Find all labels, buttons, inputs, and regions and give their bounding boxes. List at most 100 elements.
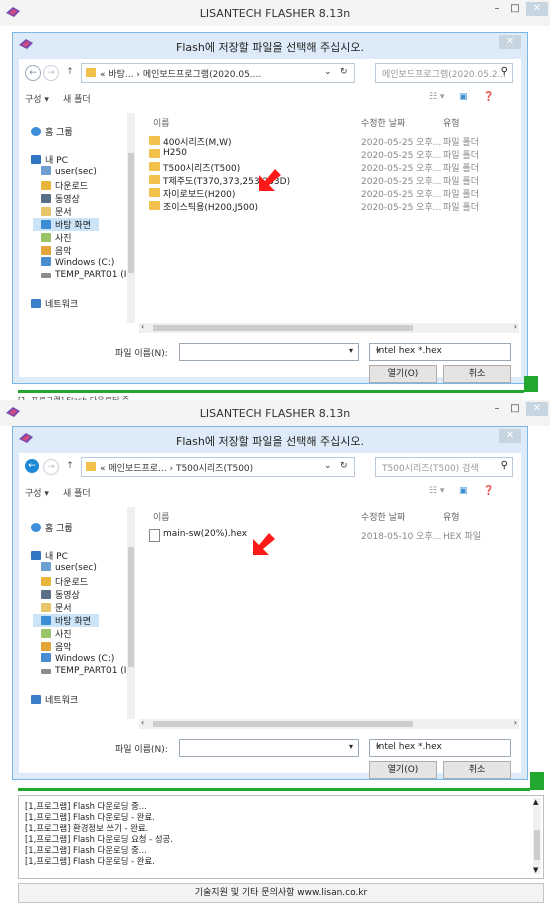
cancel-button[interactable]: 취소: [443, 761, 511, 779]
search-icon[interactable]: ⚲: [501, 460, 508, 471]
column-header-type[interactable]: 유형: [443, 116, 460, 129]
preview-pane-icon[interactable]: ▣: [459, 486, 468, 496]
filename-input[interactable]: ▾: [179, 343, 359, 361]
sidebar-item-downloads[interactable]: 다운로드: [41, 179, 88, 192]
sidebar-item-videos[interactable]: 동영상: [41, 192, 80, 205]
forward-icon[interactable]: →: [43, 65, 59, 81]
file-row[interactable]: H250 2020-05-25 오후... 파일 폴더: [145, 148, 521, 161]
sidebar-item-user[interactable]: user(sec): [41, 562, 97, 575]
scrollbar-thumb[interactable]: [128, 547, 134, 667]
support-footer[interactable]: 기술지원 및 기타 문의사항 www.lisan.co.kr: [18, 883, 544, 903]
sidebar-item-music[interactable]: 음악: [41, 640, 72, 653]
column-header-name[interactable]: 이름: [153, 510, 170, 523]
sidebar-item-network[interactable]: 네트워크: [31, 297, 78, 310]
minimize-button[interactable]: –: [488, 2, 506, 16]
close-button[interactable]: ✕: [526, 2, 548, 16]
back-icon[interactable]: ←: [25, 65, 41, 81]
maximize-button[interactable]: □: [506, 2, 524, 16]
sidebar-item-documents[interactable]: 문서: [41, 601, 72, 614]
sidebar-item-drive-c[interactable]: Windows (C:): [41, 653, 114, 666]
sidebar-item-pc[interactable]: 내 PC: [31, 153, 68, 166]
log-scrollbar[interactable]: ▲ ▼: [533, 798, 541, 874]
new-folder-button[interactable]: 새 폴더: [63, 486, 91, 499]
scrollbar-thumb[interactable]: [534, 830, 540, 860]
view-options-icon[interactable]: ☷ ▾: [429, 486, 444, 496]
dialog-close-button[interactable]: ✕: [499, 35, 521, 49]
minimize-button[interactable]: –: [488, 402, 506, 416]
dialog-close-button[interactable]: ✕: [499, 429, 521, 443]
close-button[interactable]: ✕: [526, 402, 548, 416]
sidebar-item-homegroup[interactable]: 홈 그룹: [31, 521, 73, 534]
file-type-select[interactable]: Intel hex *.hex ▾: [369, 343, 511, 361]
help-icon[interactable]: ❓: [483, 486, 494, 496]
cancel-button[interactable]: 취소: [443, 365, 511, 383]
organize-button[interactable]: 구성 ▾: [25, 92, 49, 105]
sidebar-item-documents[interactable]: 문서: [41, 205, 72, 218]
search-box[interactable]: 메인보드프로그램(2020.05.2... ⚲: [375, 63, 513, 83]
column-header-type[interactable]: 유형: [443, 510, 460, 523]
scroll-down-icon[interactable]: ▼: [533, 866, 538, 874]
chevron-down-icon[interactable]: ⌄: [324, 67, 332, 77]
scroll-left-icon[interactable]: ‹: [141, 322, 144, 331]
sidebar-item-music[interactable]: 음악: [41, 244, 72, 257]
sidebar-item-downloads[interactable]: 다운로드: [41, 575, 88, 588]
search-icon[interactable]: ⚲: [501, 66, 508, 77]
maximize-button[interactable]: □: [506, 402, 524, 416]
file-row[interactable]: 자이로보드(H200) 2020-05-25 오후... 파일 폴더: [145, 187, 521, 200]
up-icon[interactable]: ↑: [63, 65, 77, 79]
new-folder-button[interactable]: 새 폴더: [63, 92, 91, 105]
open-button[interactable]: 열기(O): [369, 365, 437, 383]
sidebar-item-temp-drive[interactable]: TEMP_PART01 (I: [41, 666, 126, 679]
log-output[interactable]: [1,프로그램] Flash 다운로딩 중... [1,프로그램] Flash …: [18, 795, 544, 879]
file-row[interactable]: T500시리즈(T500) 2020-05-25 오후... 파일 폴더: [145, 161, 521, 174]
view-options-icon[interactable]: ☷ ▾: [429, 92, 444, 102]
sidebar-item-videos[interactable]: 동영상: [41, 588, 80, 601]
scroll-right-icon[interactable]: ›: [514, 322, 517, 331]
sidebar-item-desktop[interactable]: 바탕 화면: [33, 614, 99, 627]
back-icon[interactable]: ←: [25, 459, 39, 473]
help-icon[interactable]: ❓: [483, 92, 494, 102]
sidebar-scrollbar[interactable]: [127, 113, 135, 323]
refresh-icon[interactable]: ↻: [340, 461, 348, 471]
sidebar-item-homegroup[interactable]: 홈 그룹: [31, 125, 73, 138]
file-type-select[interactable]: Intel hex *.hex ▾: [369, 739, 511, 757]
scrollbar-thumb[interactable]: [153, 721, 413, 727]
file-row[interactable]: 400시리즈(M,W) 2020-05-25 오후... 파일 폴더: [145, 135, 521, 148]
chevron-down-icon[interactable]: ⌄: [324, 461, 332, 471]
chevron-down-icon[interactable]: ▾: [349, 346, 353, 355]
column-header-date[interactable]: 수정한 날짜: [361, 510, 405, 523]
search-box[interactable]: T500시리즈(T500) 검색 ⚲: [375, 457, 513, 477]
sidebar-item-pictures[interactable]: 사진: [41, 627, 72, 640]
scroll-right-icon[interactable]: ›: [514, 718, 517, 727]
forward-icon[interactable]: →: [43, 459, 59, 475]
column-header-name[interactable]: 이름: [153, 116, 170, 129]
address-bar[interactable]: « 바탕... › 메인보드프로그램(2020.05.... ⌄ ↻: [81, 63, 355, 83]
file-row[interactable]: T제주도(T370,373,253,253D) 2020-05-25 오후... 파…: [145, 174, 521, 187]
sidebar-item-network[interactable]: 네트워크: [31, 693, 78, 706]
horizontal-scrollbar[interactable]: ‹ ›: [139, 718, 519, 729]
progress-line: [18, 390, 524, 393]
preview-pane-icon[interactable]: ▣: [459, 92, 468, 102]
up-icon[interactable]: ↑: [63, 459, 77, 473]
file-row[interactable]: main-sw(20%).hex 2018-05-10 오후... HEX 파일: [145, 529, 521, 542]
sidebar-scrollbar[interactable]: [127, 507, 135, 719]
column-header-date[interactable]: 수정한 날짜: [361, 116, 405, 129]
scrollbar-thumb[interactable]: [128, 153, 134, 273]
sidebar-item-temp-drive[interactable]: TEMP_PART01 (I: [41, 270, 126, 283]
scrollbar-thumb[interactable]: [153, 325, 413, 331]
scroll-left-icon[interactable]: ‹: [141, 718, 144, 727]
refresh-icon[interactable]: ↻: [340, 67, 348, 77]
scroll-up-icon[interactable]: ▲: [533, 798, 538, 806]
filename-input[interactable]: ▾: [179, 739, 359, 757]
chevron-down-icon[interactable]: ▾: [349, 742, 353, 751]
sidebar-item-drive-c[interactable]: Windows (C:): [41, 257, 114, 270]
address-bar[interactable]: « 메인보드프로... › T500시리즈(T500) ⌄ ↻: [81, 457, 355, 477]
horizontal-scrollbar[interactable]: ‹ ›: [139, 322, 519, 333]
sidebar-item-pictures[interactable]: 사진: [41, 231, 72, 244]
sidebar-item-pc[interactable]: 내 PC: [31, 549, 68, 562]
sidebar-item-desktop[interactable]: 바탕 화면: [33, 218, 99, 231]
organize-button[interactable]: 구성 ▾: [25, 486, 49, 499]
file-row[interactable]: 조이스틱용(H200,J500) 2020-05-25 오후... 파일 폴더: [145, 200, 521, 213]
sidebar-item-user[interactable]: user(sec): [41, 166, 97, 179]
open-button[interactable]: 열기(O): [369, 761, 437, 779]
